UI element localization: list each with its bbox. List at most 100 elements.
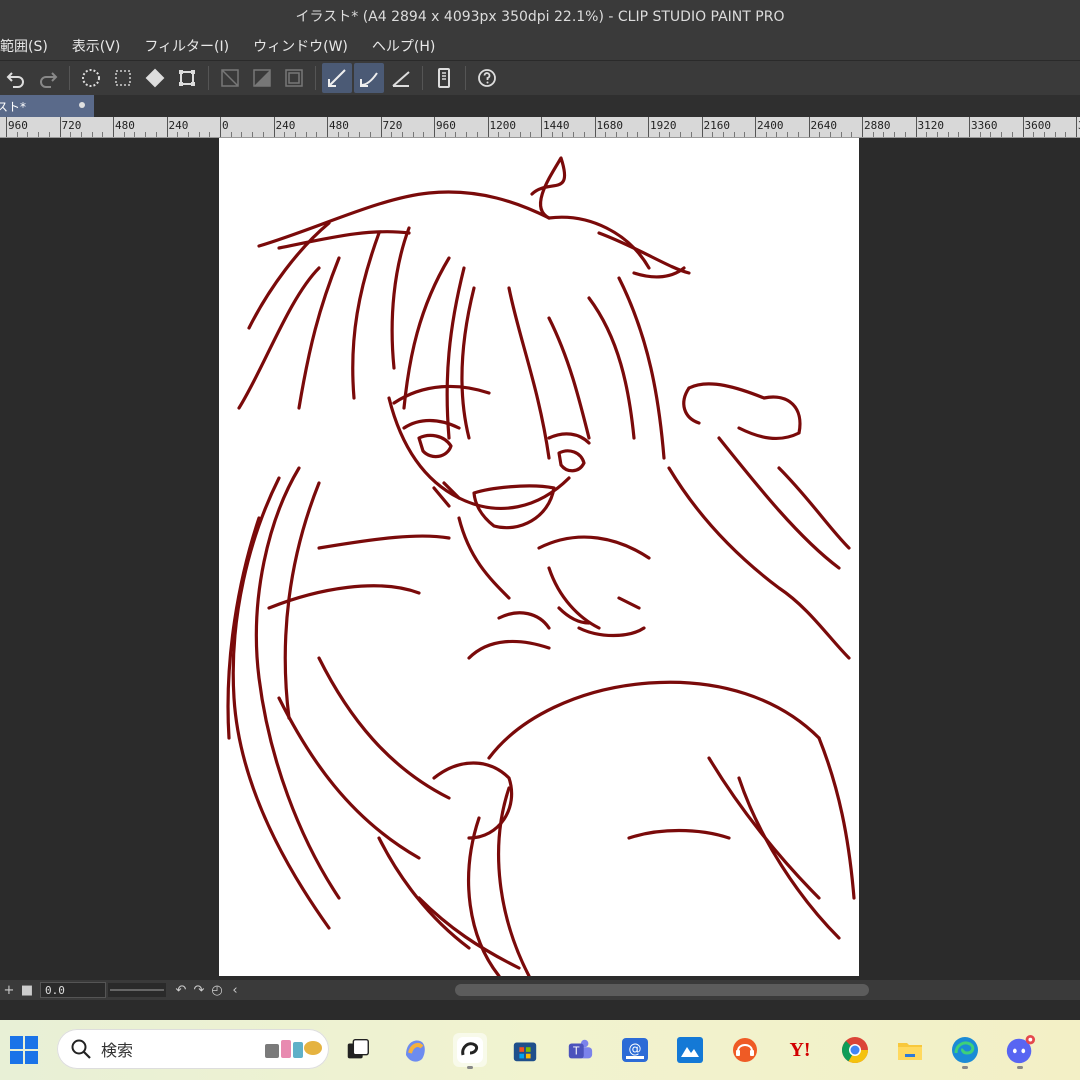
- onedrive-button[interactable]: [673, 1033, 707, 1067]
- fill-button[interactable]: [140, 63, 170, 93]
- toolbar-separator: [315, 66, 316, 90]
- ruler-minor-tick: [530, 132, 532, 137]
- ruler-minor-tick: [230, 132, 232, 137]
- ruler-label: 1680: [596, 119, 624, 132]
- taskbar-search-box[interactable]: 検索: [57, 1029, 329, 1069]
- ruler-minor-tick: [27, 132, 29, 137]
- document-tab[interactable]: スト*: [0, 95, 94, 117]
- ruler-minor-tick: [369, 132, 371, 137]
- ruler-minor-tick: [337, 132, 339, 137]
- ruler-minor-tick: [851, 132, 853, 137]
- ruler-tick: [915, 117, 917, 137]
- help-button[interactable]: [472, 63, 502, 93]
- ruler-tick: [648, 117, 649, 137]
- chrome-button[interactable]: [838, 1033, 872, 1067]
- ruler-minor-tick: [605, 132, 607, 137]
- snap-special-ruler-button[interactable]: [354, 63, 384, 93]
- redo-button[interactable]: [33, 63, 63, 93]
- ruler-tick: [434, 117, 435, 137]
- scroll-left-icon[interactable]: ‹: [226, 981, 244, 999]
- ruler-minor-tick: [637, 132, 639, 137]
- ruler-minor-tick: [48, 132, 50, 137]
- ruler-minor-tick: [252, 132, 254, 137]
- store-icon: [513, 1042, 537, 1062]
- add-icon[interactable]: +: [0, 981, 18, 999]
- svg-text:T: T: [572, 1046, 580, 1058]
- smartphone-button[interactable]: [429, 63, 459, 93]
- task-view-button[interactable]: [341, 1033, 375, 1067]
- menu-help[interactable]: ヘルプ(H): [360, 36, 447, 56]
- ruler-minor-tick: [444, 132, 446, 137]
- copilot-button[interactable]: [398, 1033, 432, 1067]
- stop-icon[interactable]: ■: [18, 981, 36, 999]
- ruler-label: 1200: [489, 119, 517, 132]
- ruler-label: 2400: [757, 119, 784, 132]
- mail-button[interactable]: @: [618, 1033, 652, 1067]
- ruler-label: 720: [61, 119, 82, 132]
- zoom-input[interactable]: 0.0: [40, 982, 106, 998]
- teams-button[interactable]: T: [563, 1033, 597, 1067]
- rotate-left-icon[interactable]: ↶: [172, 981, 190, 999]
- snap-grid-button[interactable]: [386, 63, 416, 93]
- ruler-minor-tick: [187, 132, 189, 137]
- ruler-minor-tick: [626, 132, 628, 137]
- ruler-tick: [166, 117, 168, 137]
- ruler-minor-tick: [883, 132, 885, 137]
- title-bar: イラスト* (A4 2894 x 4093px 350dpi 22.1%) - …: [0, 0, 1080, 32]
- ruler-label: 720: [382, 119, 403, 132]
- discord-button[interactable]: [1003, 1033, 1037, 1067]
- sketch-drawing: [226, 156, 856, 976]
- undo-button[interactable]: [1, 63, 31, 93]
- menu-view[interactable]: 表示(V): [60, 36, 133, 56]
- ruler-minor-tick: [455, 132, 457, 137]
- fill-icon: [145, 68, 165, 88]
- folder-icon: [898, 1043, 922, 1060]
- ruler-minor-tick: [1011, 132, 1013, 137]
- ruler-minor-tick: [562, 132, 564, 137]
- select-all-button[interactable]: [76, 63, 106, 93]
- ruler-tick: [327, 117, 328, 137]
- ruler-minor-tick: [177, 132, 179, 137]
- zoom-slider[interactable]: [108, 983, 166, 997]
- reset-rotation-icon[interactable]: ◴: [208, 981, 226, 999]
- ruler-tick: [487, 117, 489, 137]
- canvas-paper[interactable]: [219, 138, 859, 976]
- canvas-area[interactable]: [0, 138, 1080, 980]
- ruler-minor-tick: [947, 132, 949, 137]
- ruler-minor-tick: [391, 132, 393, 137]
- support-button[interactable]: [728, 1033, 762, 1067]
- hide-ruler-button[interactable]: [215, 63, 245, 93]
- clip-studio-button[interactable]: [453, 1033, 487, 1067]
- menu-selection[interactable]: 範囲(S): [0, 36, 60, 56]
- menu-filter[interactable]: フィルター(I): [132, 36, 241, 56]
- ruler-minor-tick: [573, 132, 575, 137]
- deselect-button[interactable]: [108, 63, 138, 93]
- menu-window[interactable]: ウィンドウ(W): [241, 36, 360, 56]
- yahoo-button[interactable]: Y!: [783, 1033, 817, 1067]
- ruler-minor-tick: [348, 132, 350, 137]
- snap-ruler-button[interactable]: [322, 63, 352, 93]
- start-button[interactable]: [9, 1035, 39, 1065]
- ruler-minor-tick: [990, 132, 992, 137]
- transform-button[interactable]: [172, 63, 202, 93]
- search-placeholder: 検索: [101, 1041, 134, 1060]
- ruler-minor-tick: [519, 132, 521, 137]
- ruler-minor-tick: [787, 132, 789, 137]
- ruler-minor-tick: [412, 132, 414, 137]
- edge-button[interactable]: [948, 1033, 982, 1067]
- ruler-label: 3600: [1024, 119, 1052, 132]
- ruler-label: 2160: [703, 119, 731, 132]
- file-explorer-button[interactable]: [893, 1033, 927, 1067]
- ruler-minor-tick: [198, 132, 200, 137]
- layer-fill-button[interactable]: [247, 63, 277, 93]
- store-button[interactable]: [508, 1033, 542, 1067]
- ruler-tick: [862, 117, 863, 137]
- ruler-tick: [273, 117, 275, 137]
- ruler-minor-tick: [840, 132, 842, 137]
- horizontal-ruler: 960 720 480 240 0 240 480 720 960 1200 1440 1680 192…: [0, 117, 1080, 138]
- frame-button[interactable]: [279, 63, 309, 93]
- rotate-right-icon[interactable]: ↷: [190, 981, 208, 999]
- ruler-tick: [220, 117, 221, 137]
- horizontal-scrollbar[interactable]: [455, 984, 869, 996]
- ruler-tick: [113, 117, 114, 137]
